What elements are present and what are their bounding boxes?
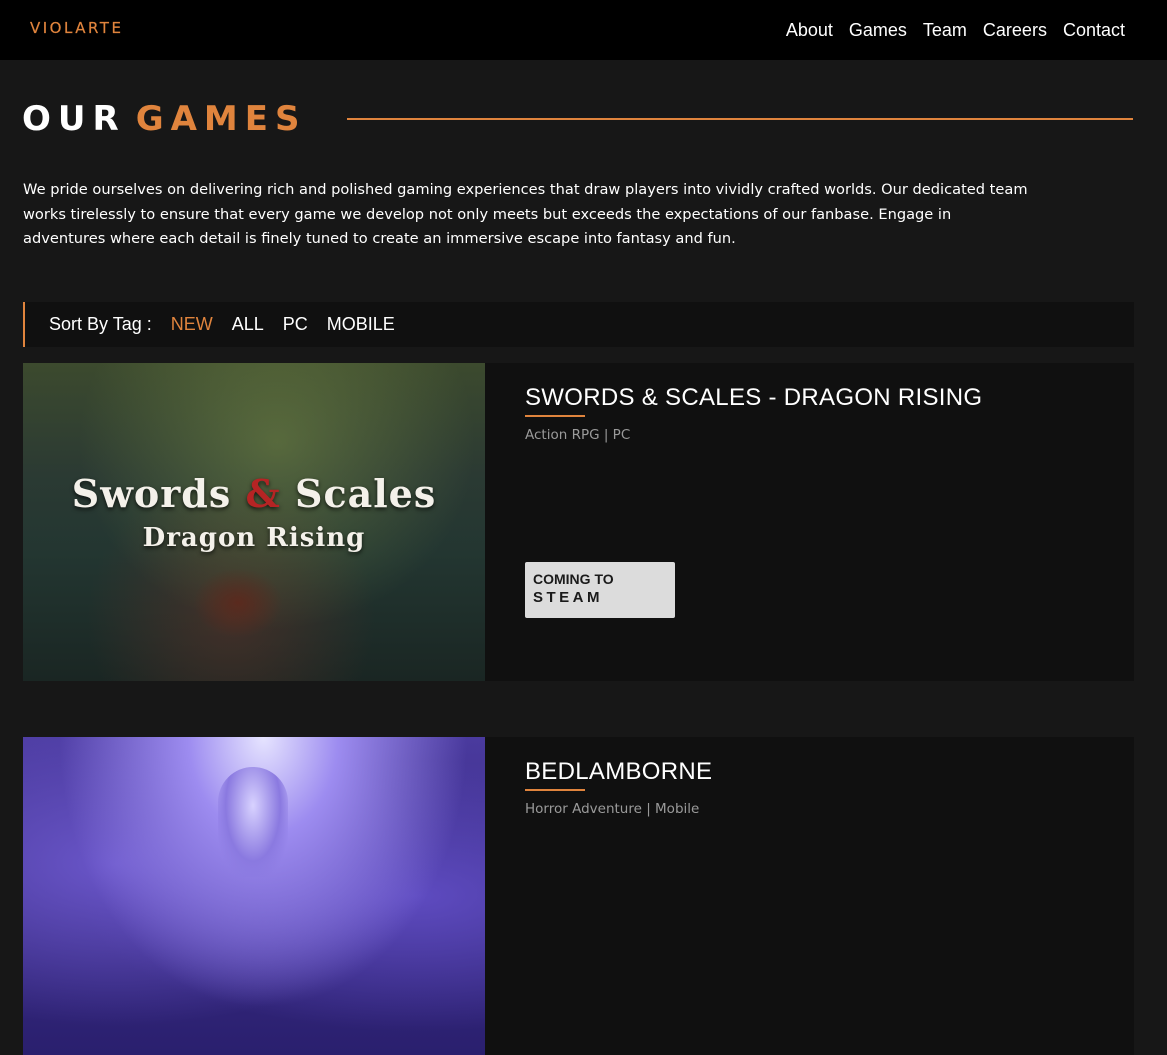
game-card: Swords & Scales Dragon Rising SWORDS & S… (23, 363, 1134, 681)
game-title[interactable]: SWORDS & SCALES - DRAGON RISING (525, 384, 982, 412)
nav-about[interactable]: About (786, 20, 833, 41)
coming-to-steam-button[interactable]: COMING TO STEAM (525, 562, 675, 618)
nav-contact[interactable]: Contact (1063, 20, 1125, 41)
cover-figure (193, 568, 283, 638)
tag-mobile[interactable]: MOBILE (327, 314, 395, 335)
game-genre-platform: Horror Adventure | Mobile (525, 801, 700, 817)
game-title[interactable]: BEDLAMBORNE (525, 758, 712, 786)
main-nav: About Games Team Careers Contact (786, 20, 1125, 41)
sort-label: Sort By Tag : (49, 314, 152, 334)
tag-all[interactable]: ALL (232, 314, 264, 335)
cover-title-line1: Swords & Scales (23, 471, 485, 516)
game-title-underline (525, 789, 585, 791)
game-card: BEDLAMBORNE Horror Adventure | Mobile (23, 737, 1134, 1055)
steam-button-line1: COMING TO (533, 571, 614, 587)
title-divider (347, 118, 1133, 120)
top-navigation-bar: VIOLARTE About Games Team Careers Contac… (0, 0, 1167, 60)
tag-pc[interactable]: PC (283, 314, 308, 335)
game-cover-image[interactable] (23, 737, 485, 1055)
cover-figure (218, 767, 288, 877)
cover-title-word2: Scales (295, 471, 437, 516)
steam-button-line2: STEAM (533, 589, 603, 606)
cover-title-word1: Swords (71, 471, 232, 516)
game-cover-image[interactable]: Swords & Scales Dragon Rising (23, 363, 485, 681)
page-title-part1: OUR (22, 99, 126, 139)
cover-title-line2: Dragon Rising (142, 523, 366, 553)
cover-title-ampersand: & (245, 471, 281, 516)
game-genre-platform: Action RPG | PC (525, 427, 631, 443)
page-title: OUR GAMES (22, 100, 306, 138)
page-title-part2: GAMES (135, 99, 307, 139)
tag-filter-list: NEW ALL PC MOBILE (171, 314, 395, 335)
nav-team[interactable]: Team (923, 20, 967, 41)
sort-bar: Sort By Tag : NEW ALL PC MOBILE (23, 302, 1134, 347)
intro-paragraph: We pride ourselves on delivering rich an… (23, 181, 1028, 247)
site-logo[interactable]: VIOLARTE (30, 19, 123, 37)
game-title-underline (525, 415, 585, 417)
nav-games[interactable]: Games (849, 20, 907, 41)
nav-careers[interactable]: Careers (983, 20, 1047, 41)
tag-new[interactable]: NEW (171, 314, 213, 335)
